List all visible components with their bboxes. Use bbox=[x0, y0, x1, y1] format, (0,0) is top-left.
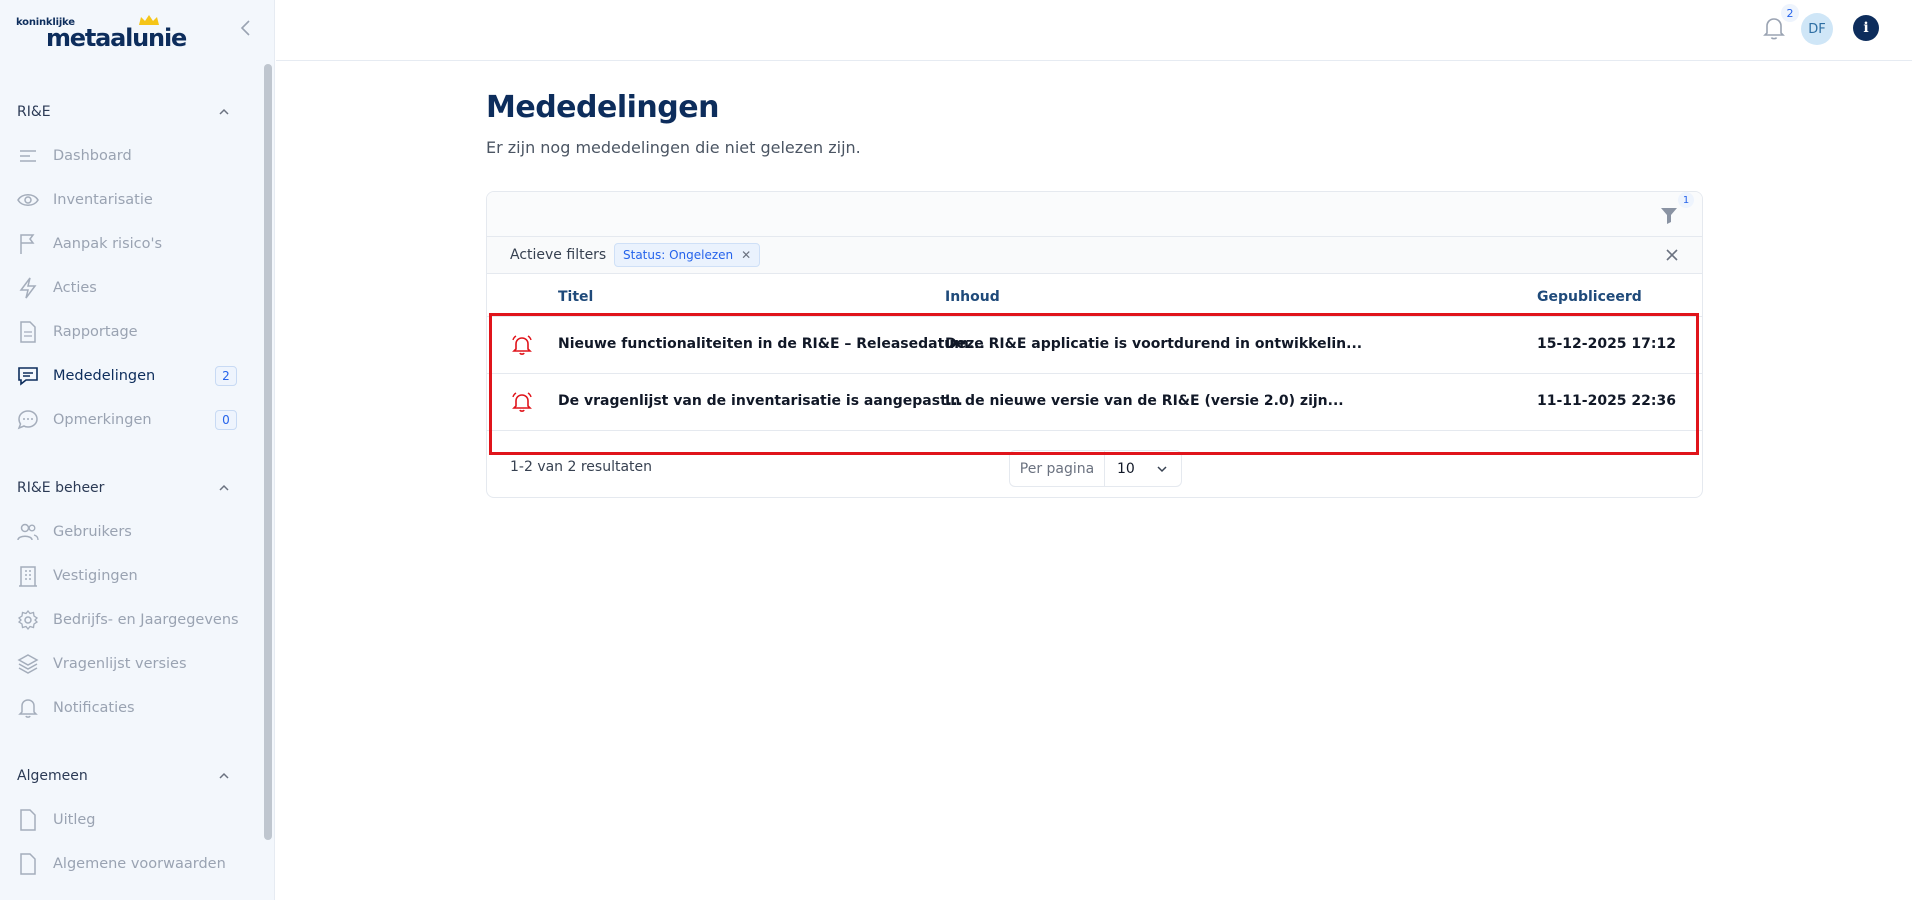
sidebar-item-label: Rapportage bbox=[53, 324, 138, 340]
sidebar-item-label: Uitleg bbox=[53, 812, 96, 828]
filter-icon[interactable] bbox=[1659, 204, 1679, 226]
layers-icon bbox=[17, 653, 39, 675]
row-content: Deze RI&E applicatie is voortdurend in o… bbox=[945, 336, 1363, 352]
sidebar-item-mededelingen[interactable]: Mededelingen 2 bbox=[17, 361, 239, 391]
section-rie-beheer[interactable]: RI&E beheer bbox=[17, 478, 237, 498]
column-header-content[interactable]: Inhoud bbox=[945, 289, 1000, 305]
file-icon bbox=[17, 809, 39, 831]
sidebar-item-rapportage[interactable]: Rapportage bbox=[17, 317, 239, 347]
sidebar-item-label: Inventarisatie bbox=[53, 192, 153, 208]
row-published: 11-11-2025 22:36 bbox=[1537, 393, 1676, 409]
sidebar-item-label: Dashboard bbox=[53, 148, 132, 164]
per-page-value: 10 bbox=[1117, 460, 1135, 477]
card-toolbar: 1 bbox=[487, 192, 1702, 237]
comment-icon bbox=[17, 409, 39, 431]
sidebar-item-bedrijfs-jaargegevens[interactable]: Bedrijfs- en Jaargegevens bbox=[17, 605, 239, 635]
sidebar-item-dashboard[interactable]: Dashboard bbox=[17, 141, 239, 171]
sidebar-item-vestigingen[interactable]: Vestigingen bbox=[17, 561, 239, 591]
sidebar-item-label: Mededelingen bbox=[53, 368, 156, 384]
column-header-title[interactable]: Titel bbox=[558, 289, 593, 305]
active-filters-bar: Actieve filters Status: Ongelezen ✕ bbox=[487, 237, 1702, 274]
lightning-icon bbox=[17, 277, 39, 299]
building-icon bbox=[17, 565, 39, 587]
unread-bell-icon bbox=[512, 335, 532, 355]
collapse-sidebar-icon[interactable] bbox=[236, 16, 256, 40]
unread-bell-icon bbox=[512, 392, 532, 412]
column-header-published[interactable]: Gepubliceerd bbox=[1537, 289, 1642, 305]
sidebar-item-opmerkingen[interactable]: Opmerkingen 0 bbox=[17, 405, 239, 435]
flag-icon bbox=[17, 233, 39, 255]
sidebar-item-notificaties[interactable]: Notificaties bbox=[17, 693, 239, 723]
eye-icon bbox=[17, 189, 39, 211]
crown-icon bbox=[139, 15, 159, 25]
per-page-selector: Per pagina 10 bbox=[1009, 450, 1182, 487]
avatar[interactable]: DF bbox=[1801, 13, 1833, 45]
row-content: In de nieuwe versie van de RI&E (versie … bbox=[945, 393, 1344, 409]
clear-filters-icon[interactable] bbox=[1663, 246, 1681, 264]
active-filters-label: Actieve filters bbox=[510, 247, 607, 263]
sidebar-item-label: Algemene voorwaarden bbox=[53, 856, 226, 872]
remove-filter-icon[interactable]: ✕ bbox=[741, 248, 751, 262]
filter-chip-status[interactable]: Status: Ongelezen ✕ bbox=[614, 243, 761, 267]
page-subtitle: Er zijn nog mededelingen die niet geleze… bbox=[486, 138, 861, 157]
results-count: 1-2 van 2 resultaten bbox=[510, 459, 653, 475]
chevron-up-icon bbox=[219, 108, 229, 115]
sidebar-item-label: Bedrijfs- en Jaargegevens bbox=[53, 612, 239, 628]
chevron-up-icon bbox=[219, 772, 229, 779]
gear-icon bbox=[17, 609, 39, 631]
section-algemeen[interactable]: Algemeen bbox=[17, 766, 237, 786]
table-row[interactable]: Nieuwe functionaliteiten in de RI&E – Re… bbox=[487, 316, 1702, 373]
metaalunie-logo[interactable]: koninklijke metaalunie bbox=[16, 14, 187, 52]
count-badge: 2 bbox=[215, 366, 237, 386]
list-icon bbox=[17, 145, 39, 167]
filter-count-badge: 1 bbox=[1678, 192, 1694, 208]
notification-count-badge: 2 bbox=[1781, 4, 1799, 22]
sidebar-item-inventarisatie[interactable]: Inventarisatie bbox=[17, 185, 239, 215]
message-icon bbox=[17, 365, 39, 387]
sidebar-item-label: Acties bbox=[53, 280, 97, 296]
users-icon bbox=[17, 521, 39, 543]
sidebar-item-uitleg[interactable]: Uitleg bbox=[17, 805, 239, 835]
table-divider bbox=[487, 430, 1702, 431]
logo-big-text: metaalunie bbox=[46, 24, 187, 52]
sidebar-item-label: Vestigingen bbox=[53, 568, 138, 584]
announcements-card: 1 Actieve filters Status: Ongelezen ✕ Ti… bbox=[486, 191, 1703, 498]
row-published: 15-12-2025 17:12 bbox=[1537, 336, 1676, 352]
sidebar-item-label: Vragenlijst versies bbox=[53, 656, 187, 672]
section-title: RI&E beheer bbox=[17, 480, 105, 496]
page-title: Mededelingen bbox=[486, 90, 719, 125]
sidebar-item-gebruikers[interactable]: Gebruikers bbox=[17, 517, 239, 547]
document-icon bbox=[17, 321, 39, 343]
sidebar-item-aanpak-risicos[interactable]: Aanpak risico's bbox=[17, 229, 239, 259]
per-page-label: Per pagina bbox=[1010, 451, 1105, 486]
topbar bbox=[276, 0, 1912, 61]
filter-chip-label: Status: Ongelezen bbox=[623, 248, 734, 262]
row-title: Nieuwe functionaliteiten in de RI&E – Re… bbox=[558, 336, 985, 352]
table-row[interactable]: De vragenlijst van de inventarisatie is … bbox=[487, 373, 1702, 430]
sidebar-item-label: Aanpak risico's bbox=[53, 236, 163, 252]
sidebar-scrollbar[interactable] bbox=[264, 64, 272, 840]
section-rie[interactable]: RI&E bbox=[17, 102, 237, 122]
count-badge: 0 bbox=[215, 410, 237, 430]
bell-icon bbox=[17, 697, 39, 719]
sidebar: koninklijke metaalunie RI&E Dashboard In… bbox=[0, 0, 275, 900]
row-title: De vragenlijst van de inventarisatie is … bbox=[558, 393, 963, 409]
chevron-up-icon bbox=[219, 484, 229, 491]
section-title: Algemeen bbox=[17, 768, 88, 784]
sidebar-item-label: Notificaties bbox=[53, 700, 135, 716]
sidebar-item-label: Opmerkingen bbox=[53, 412, 152, 428]
info-button[interactable]: i bbox=[1853, 15, 1879, 41]
file-icon bbox=[17, 853, 39, 875]
sidebar-item-label: Gebruikers bbox=[53, 524, 132, 540]
chevron-down-icon bbox=[1157, 465, 1167, 472]
per-page-select[interactable]: 10 bbox=[1105, 451, 1181, 486]
sidebar-item-algemene-voorwaarden[interactable]: Algemene voorwaarden bbox=[17, 849, 239, 879]
section-title: RI&E bbox=[17, 104, 51, 120]
sidebar-item-acties[interactable]: Acties bbox=[17, 273, 239, 303]
sidebar-item-vragenlijst-versies[interactable]: Vragenlijst versies bbox=[17, 649, 239, 679]
